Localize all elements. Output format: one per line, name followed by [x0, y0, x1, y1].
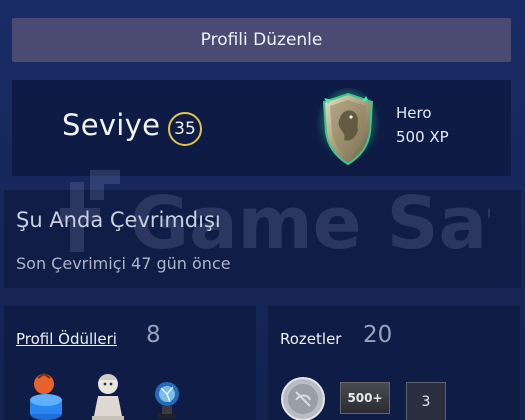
lion-shield-icon[interactable] [316, 88, 380, 168]
badges-link[interactable]: Rozetler [280, 330, 341, 348]
level-value: 35 [174, 119, 196, 139]
orange-blue-figure-icon[interactable] [24, 370, 70, 420]
level-label: Seviye [62, 108, 161, 142]
profile-rewards-link[interactable]: Profil Ödülleri [16, 330, 117, 348]
badge-counter-label: 3 [421, 394, 431, 410]
badge-500-plus[interactable]: 500+ [340, 382, 390, 414]
badge-500-plus-label: 500+ [347, 391, 383, 405]
status-panel [4, 190, 521, 288]
edit-profile-button[interactable]: Profili Düzenle [12, 18, 511, 62]
badges-count: 20 [363, 322, 393, 348]
profile-rewards-count: 8 [146, 322, 161, 348]
edit-profile-label: Profili Düzenle [200, 30, 323, 50]
badge-name: Hero [396, 104, 432, 122]
silver-coin-icon[interactable] [280, 376, 326, 420]
level-badge-circle: 35 [168, 112, 202, 146]
badge-counter-3[interactable]: 3 [406, 382, 446, 420]
level-panel: Seviye 35 Hero 500 XP [12, 80, 511, 176]
status-title: Şu Anda Çevrimdışı [16, 208, 221, 232]
badge-xp: 500 XP [396, 128, 449, 146]
profile-page: Profili Düzenle Seviye 35 Hero 500 XP Ga… [0, 0, 525, 420]
profile-rewards-panel: Profil Ödülleri 8 [4, 306, 256, 420]
last-online-text: Son Çevrimiçi 47 gün önce [16, 254, 231, 273]
bust-statue-icon[interactable] [88, 370, 128, 420]
plasma-orb-icon[interactable] [150, 378, 184, 420]
badges-panel: Rozetler 20 500+ 3 [268, 306, 520, 420]
